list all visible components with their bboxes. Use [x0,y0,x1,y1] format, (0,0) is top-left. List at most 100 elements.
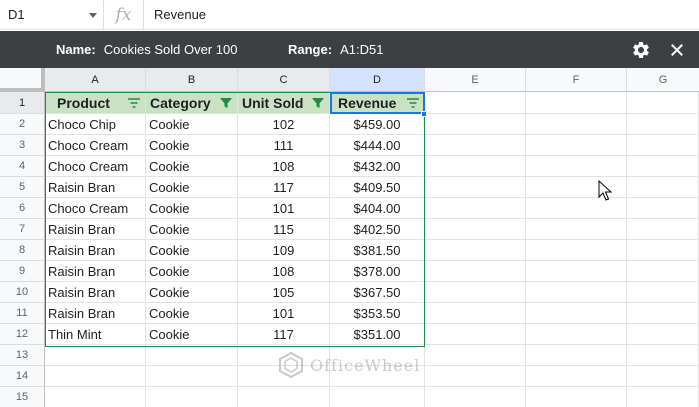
cell-unit-sold[interactable]: 117 [238,177,330,198]
empty-cell[interactable] [425,345,526,366]
empty-cell[interactable] [627,261,699,282]
empty-cell[interactable] [146,387,238,407]
empty-cell[interactable] [627,114,699,135]
row-header-5[interactable]: 5 [0,177,45,198]
empty-cell[interactable] [526,282,627,303]
empty-cell[interactable] [425,219,526,240]
cell-product[interactable]: Raisin Bran [45,219,146,240]
row-header-13[interactable]: 13 [0,345,45,366]
select-all-corner[interactable] [0,68,45,92]
empty-cell[interactable] [627,345,699,366]
cell-category[interactable]: Cookie [146,303,238,324]
header-cell-unit-sold[interactable]: Unit Sold [238,92,330,114]
empty-cell[interactable] [627,366,699,387]
cell-product[interactable]: Raisin Bran [45,177,146,198]
cell-revenue[interactable]: $381.50 [330,240,425,261]
cell-category[interactable]: Cookie [146,198,238,219]
cell-revenue[interactable]: $459.00 [330,114,425,135]
empty-cell[interactable] [425,324,526,345]
column-header-d[interactable]: D [330,68,425,92]
fill-handle[interactable] [421,111,427,117]
row-header-8[interactable]: 8 [0,240,45,261]
empty-cell[interactable] [526,135,627,156]
cell-category[interactable]: Cookie [146,282,238,303]
column-header-g[interactable]: G [627,68,699,92]
cell-unit-sold[interactable]: 111 [238,135,330,156]
empty-cell[interactable] [526,366,627,387]
filter-lines-icon[interactable] [127,97,141,109]
chevron-down-icon[interactable] [89,12,97,18]
empty-cell[interactable] [425,282,526,303]
empty-cell[interactable] [425,198,526,219]
row-header-7[interactable]: 7 [0,219,45,240]
column-header-f[interactable]: F [526,68,627,92]
filter-funnel-icon[interactable] [219,97,233,109]
cell-unit-sold[interactable]: 115 [238,219,330,240]
cell-revenue[interactable]: $444.00 [330,135,425,156]
header-cell-product[interactable]: Product [45,92,146,114]
empty-cell[interactable] [627,324,699,345]
cell-product[interactable]: Raisin Bran [45,282,146,303]
empty-cell[interactable] [146,366,238,387]
cell-revenue[interactable]: $432.00 [330,156,425,177]
cell-unit-sold[interactable]: 109 [238,240,330,261]
empty-cell[interactable] [45,387,146,407]
empty-cell[interactable] [238,387,330,407]
cell-product[interactable]: Thin Mint [45,324,146,345]
empty-cell[interactable] [425,114,526,135]
cell-product[interactable]: Raisin Bran [45,240,146,261]
empty-cell[interactable] [627,156,699,177]
cell-revenue[interactable]: $409.50 [330,177,425,198]
cell-product[interactable]: Choco Cream [45,198,146,219]
empty-cell[interactable] [330,387,425,407]
row-header-6[interactable]: 6 [0,198,45,219]
cell-category[interactable]: Cookie [146,219,238,240]
column-header-b[interactable]: B [146,68,238,92]
cell-category[interactable]: Cookie [146,261,238,282]
cell-category[interactable]: Cookie [146,135,238,156]
empty-cell[interactable] [627,177,699,198]
empty-cell[interactable] [526,219,627,240]
cell-revenue[interactable]: $353.50 [330,303,425,324]
filter-lines-icon[interactable] [406,97,420,109]
empty-cell[interactable] [425,156,526,177]
formula-input[interactable]: Revenue [144,7,206,22]
row-header-9[interactable]: 9 [0,261,45,282]
column-header-a[interactable]: A [45,68,146,92]
cell-category[interactable]: Cookie [146,240,238,261]
cell-unit-sold[interactable]: 102 [238,114,330,135]
empty-cell[interactable] [45,345,146,366]
filter-view-range[interactable]: Range: A1:D51 [288,42,383,57]
row-header-14[interactable]: 14 [0,366,45,387]
empty-cell[interactable] [425,92,526,114]
cell-revenue[interactable]: $404.00 [330,198,425,219]
empty-cell[interactable] [526,240,627,261]
cell-unit-sold[interactable]: 108 [238,261,330,282]
empty-cell[interactable] [526,324,627,345]
cell-category[interactable]: Cookie [146,156,238,177]
row-header-10[interactable]: 10 [0,282,45,303]
empty-cell[interactable] [425,135,526,156]
cell-unit-sold[interactable]: 108 [238,156,330,177]
empty-cell[interactable] [425,303,526,324]
cell-product[interactable]: Choco Cream [45,135,146,156]
header-cell-revenue[interactable]: Revenue [330,92,425,114]
empty-cell[interactable] [526,92,627,114]
empty-cell[interactable] [627,240,699,261]
empty-cell[interactable] [526,156,627,177]
empty-cell[interactable] [526,303,627,324]
filter-name-value[interactable]: Cookies Sold Over 100 [104,42,238,57]
empty-cell[interactable] [45,366,146,387]
empty-cell[interactable] [425,366,526,387]
close-icon[interactable] [668,41,686,59]
row-header-4[interactable]: 4 [0,156,45,177]
cell-category[interactable]: Cookie [146,324,238,345]
header-cell-category[interactable]: Category [146,92,238,114]
empty-cell[interactable] [627,198,699,219]
cell-revenue[interactable]: $402.50 [330,219,425,240]
filter-range-value[interactable]: A1:D51 [340,42,383,57]
empty-cell[interactable] [627,282,699,303]
cell-revenue[interactable]: $351.00 [330,324,425,345]
empty-cell[interactable] [627,219,699,240]
row-header-2[interactable]: 2 [0,114,45,135]
